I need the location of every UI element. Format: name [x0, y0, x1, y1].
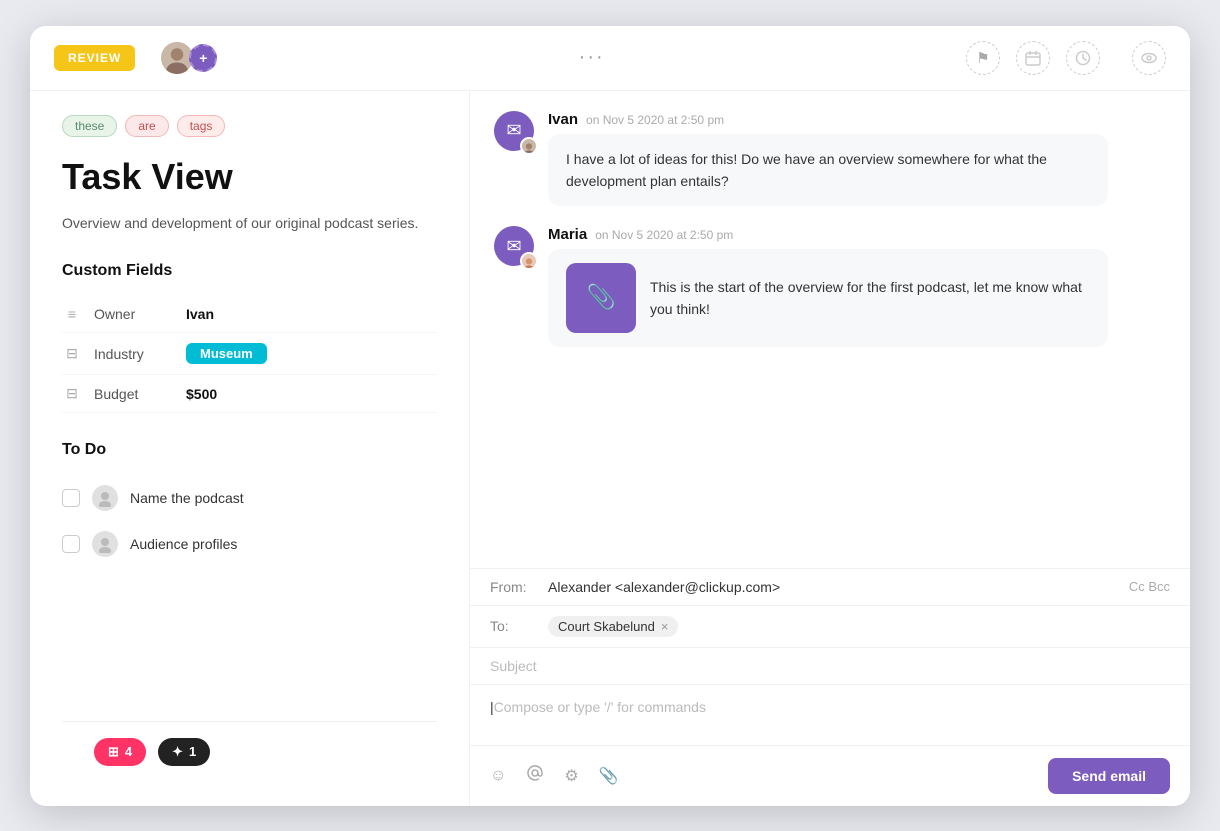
owner-label: Owner	[94, 306, 174, 322]
tag-these[interactable]: these	[62, 115, 117, 137]
add-member-button[interactable]: +	[189, 44, 217, 72]
budget-icon: ⊟	[62, 385, 82, 402]
from-value: Alexander <alexander@clickup.com>	[548, 579, 1121, 595]
from-label: From:	[490, 579, 540, 595]
owner-value: Ivan	[186, 306, 214, 322]
to-row: To: Court Skabelund ×	[470, 606, 1190, 648]
todo-checkbox-2[interactable]	[62, 535, 80, 553]
todo-avatar-2	[92, 531, 118, 557]
attachment-text: This is the start of the overview for th…	[650, 276, 1090, 321]
attachment-icon[interactable]: 📎	[599, 766, 619, 786]
todo-title: To Do	[62, 441, 437, 459]
counter-badge-dark[interactable]: ✦ 1	[158, 738, 210, 766]
budget-value: $500	[186, 386, 217, 402]
top-bar: REVIEW + ··· ⚑	[30, 26, 1190, 91]
industry-value[interactable]: Museum	[186, 343, 267, 364]
ivan-time: on Nov 5 2020 at 2:50 pm	[586, 113, 724, 127]
ivan-name: Ivan	[548, 111, 578, 128]
subject-placeholder: Subject	[490, 658, 537, 674]
main-content: these are tags Task View Overview and de…	[30, 91, 1190, 806]
message-ivan: ✉ Ivan on Nov 5 2020 at 2:50 pm	[494, 111, 1166, 207]
subject-row[interactable]: Subject	[470, 648, 1190, 685]
calendar-icon[interactable]	[1016, 41, 1050, 75]
industry-icon: ⊟	[62, 345, 82, 362]
ivan-avatar: ✉	[494, 111, 534, 151]
from-row: From: Alexander <alexander@clickup.com> …	[470, 569, 1190, 606]
todo-label-2: Audience profiles	[130, 536, 237, 552]
todo-label-1: Name the podcast	[130, 490, 244, 506]
recipient-chip: Court Skabelund ×	[548, 616, 678, 637]
to-label: To:	[490, 618, 540, 634]
dark-count: 1	[189, 744, 196, 759]
avatar-group: +	[159, 40, 217, 76]
todo-checkbox-1[interactable]	[62, 489, 80, 507]
cc-bcc-button[interactable]: Cc Bcc	[1129, 579, 1170, 594]
custom-fields-title: Custom Fields	[62, 262, 437, 280]
tags-row: these are tags	[62, 115, 437, 137]
field-industry: ⊟ Industry Museum	[62, 333, 437, 375]
top-bar-actions: ⚑	[966, 41, 1166, 75]
compose-placeholder: Compose or type '/' for commands	[494, 699, 706, 715]
ivan-avatar-overlay	[520, 137, 538, 155]
tag-tags[interactable]: tags	[177, 115, 226, 137]
ivan-message-content: Ivan on Nov 5 2020 at 2:50 pm I have a l…	[548, 111, 1108, 207]
todo-avatar-1	[92, 485, 118, 511]
clock-icon[interactable]	[1066, 41, 1100, 75]
send-email-button[interactable]: Send email	[1048, 758, 1170, 794]
mention-icon[interactable]	[526, 764, 544, 787]
field-budget: ⊟ Budget $500	[62, 375, 437, 413]
right-panel: ✉ Ivan on Nov 5 2020 at 2:50 pm	[470, 91, 1190, 806]
email-toolbar: ☺ ⚙ 📎 Send email	[470, 745, 1190, 806]
todo-item-2: Audience profiles	[62, 521, 437, 567]
task-title: Task View	[62, 157, 437, 197]
custom-fields: Custom Fields ≡ Owner Ivan ⊟ Industry Mu…	[62, 262, 437, 413]
bottom-bar: ⊞ 4 ✦ 1	[62, 721, 437, 782]
todo-item-1: Name the podcast	[62, 475, 437, 521]
field-owner: ≡ Owner Ivan	[62, 296, 437, 333]
attachment-card: 📎 This is the start of the overview for …	[566, 263, 1090, 333]
left-panel: these are tags Task View Overview and de…	[30, 91, 470, 806]
flag-icon[interactable]: ⚑	[966, 41, 1000, 75]
email-compose: From: Alexander <alexander@clickup.com> …	[470, 569, 1190, 806]
compose-area[interactable]: |Compose or type '/' for commands	[470, 685, 1190, 745]
budget-label: Budget	[94, 386, 174, 402]
maria-avatar-overlay	[520, 252, 538, 270]
task-description: Overview and development of our original…	[62, 212, 437, 234]
maria-time: on Nov 5 2020 at 2:50 pm	[595, 228, 733, 242]
maria-message-content: Maria on Nov 5 2020 at 2:50 pm 📎 This is…	[548, 226, 1108, 347]
counter-badge-pink[interactable]: ⊞ 4	[94, 738, 146, 766]
chat-area: ✉ Ivan on Nov 5 2020 at 2:50 pm	[470, 91, 1190, 569]
review-badge: REVIEW	[54, 45, 135, 71]
eye-icon[interactable]	[1132, 41, 1166, 75]
industry-label: Industry	[94, 346, 174, 362]
tag-are[interactable]: are	[125, 115, 168, 137]
owner-icon: ≡	[62, 306, 82, 322]
message-maria: ✉ Maria on Nov 5 2020 at 2:50 pm	[494, 226, 1166, 347]
ivan-message-header: Ivan on Nov 5 2020 at 2:50 pm	[548, 111, 1108, 128]
dark-icon: ✦	[172, 744, 183, 760]
attachment-thumbnail[interactable]: 📎	[566, 263, 636, 333]
maria-avatar: ✉	[494, 226, 534, 266]
recipient-name: Court Skabelund	[558, 619, 655, 634]
pink-count: 4	[125, 744, 132, 759]
settings-icon[interactable]: ⚙	[564, 766, 578, 786]
ivan-bubble: I have a lot of ideas for this! Do we ha…	[548, 134, 1108, 207]
todo-section: To Do Name the podcast	[62, 441, 437, 567]
emoji-icon[interactable]: ☺	[490, 767, 506, 785]
pink-icon: ⊞	[108, 744, 119, 760]
remove-recipient-button[interactable]: ×	[661, 619, 669, 634]
maria-name: Maria	[548, 226, 587, 243]
more-options-button[interactable]: ···	[579, 46, 605, 69]
maria-message-header: Maria on Nov 5 2020 at 2:50 pm	[548, 226, 1108, 243]
maria-bubble: 📎 This is the start of the overview for …	[548, 249, 1108, 347]
